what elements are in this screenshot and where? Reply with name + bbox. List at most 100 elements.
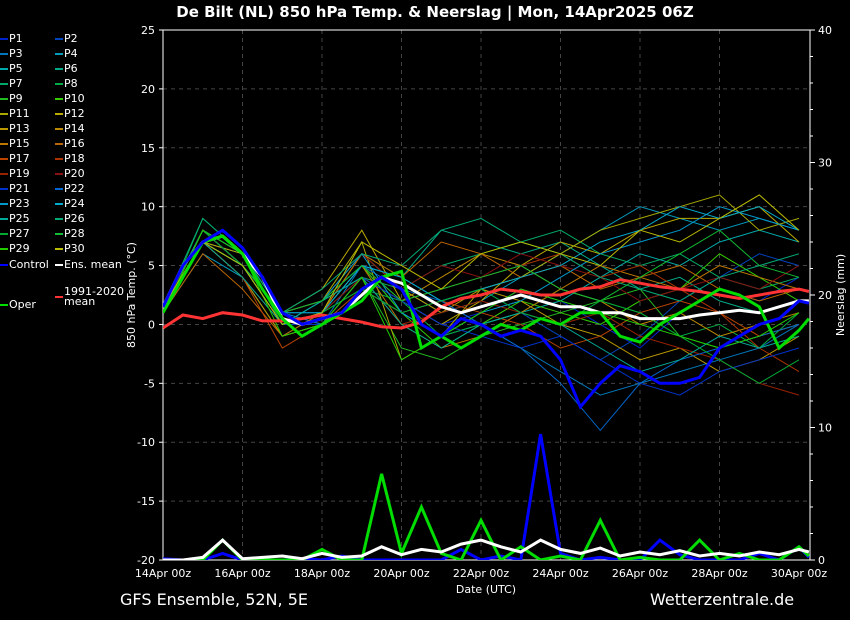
legend-item-p20: P20 <box>55 167 85 180</box>
legend-item-ens-mean: Ens. mean <box>55 258 122 271</box>
legend-label: P14 <box>64 122 85 135</box>
legend-item-p5: P5 <box>0 62 23 75</box>
legend-label: P25 <box>9 212 30 225</box>
legend-label: P2 <box>64 32 78 45</box>
footer-model: GFS Ensemble, 52N, 5E <box>120 590 308 609</box>
legend-label: 1991-2020 mean <box>64 285 124 308</box>
y2-tick-label: 30 <box>818 157 832 170</box>
legend-label: P13 <box>9 122 30 135</box>
legend-label: P12 <box>64 107 85 120</box>
legend-label: P8 <box>64 77 78 90</box>
legend-label: P29 <box>9 242 30 255</box>
legend-item-p16: P16 <box>55 137 85 150</box>
y-tick-label: 25 <box>141 24 155 37</box>
legend-swatch <box>55 157 63 160</box>
y2-tick-label: 10 <box>818 422 832 435</box>
legend-item-p21: P21 <box>0 182 30 195</box>
legend-swatch <box>0 202 8 205</box>
legend-label: P24 <box>64 197 85 210</box>
legend-item-p6: P6 <box>55 62 78 75</box>
legend-swatch <box>55 142 63 145</box>
legend-swatch <box>55 82 63 85</box>
legend-item-p19: P19 <box>0 167 30 180</box>
legend-item-p12: P12 <box>55 107 85 120</box>
legend-item-p24: P24 <box>55 197 85 210</box>
y-tick-label: 15 <box>141 142 155 155</box>
legend-item-p15: P15 <box>0 137 30 150</box>
x-tick-label: 26Apr 00z <box>612 567 669 580</box>
legend-item-p17: P17 <box>0 152 30 165</box>
legend-swatch <box>0 97 8 100</box>
plot-area: 25 20 15 10 5 0 -5 -10 -15 -20 40 30 20 10 0 14Apr 00z 1… <box>125 24 847 596</box>
legend-swatch <box>0 303 8 306</box>
legend-item-p10: P10 <box>55 92 85 105</box>
x-tick-label: 30Apr 00z <box>771 567 828 580</box>
y-tick-label: -15 <box>137 495 155 508</box>
legend-label: P27 <box>9 227 30 240</box>
legend-item-p29: P29 <box>0 242 30 255</box>
legend-swatch <box>0 172 8 175</box>
legend-swatch <box>0 157 8 160</box>
legend-item-p30: P30 <box>55 242 85 255</box>
footer-source: Wetterzentrale.de <box>650 590 795 609</box>
legend-item-p22: P22 <box>55 182 85 195</box>
legend-item-p26: P26 <box>55 212 85 225</box>
legend-swatch <box>0 112 8 115</box>
legend-swatch <box>55 232 63 235</box>
legend-label: P3 <box>9 47 23 60</box>
legend-item-p14: P14 <box>55 122 85 135</box>
series-group <box>163 194 810 560</box>
legend-swatch <box>55 263 63 266</box>
legend-label: Oper <box>9 298 36 311</box>
legend-swatch <box>55 67 63 70</box>
legend-item-oper: Oper <box>0 298 36 311</box>
legend-swatch <box>0 232 8 235</box>
legend-label: P5 <box>9 62 23 75</box>
legend-item-p4: P4 <box>55 47 78 60</box>
y-tick-label: 20 <box>141 83 155 96</box>
legend-swatch <box>0 263 8 266</box>
legend-swatch <box>55 187 63 190</box>
legend-label: P22 <box>64 182 85 195</box>
y-tick-label: 0 <box>148 318 155 331</box>
legend-swatch <box>55 247 63 250</box>
legend-label: P21 <box>9 182 30 195</box>
legend-label: P19 <box>9 167 30 180</box>
precip-line-ens-mean <box>163 538 810 560</box>
legend-swatch <box>55 202 63 205</box>
x-tick-label: 20Apr 00z <box>373 567 430 580</box>
legend-item-p23: P23 <box>0 197 30 210</box>
legend-swatch <box>0 127 8 130</box>
legend-label: P16 <box>64 137 85 150</box>
y-tick-label: 10 <box>141 201 155 214</box>
y-tick-label: -20 <box>137 554 155 567</box>
y2-tick-label: 0 <box>818 554 825 567</box>
x-tick-label: 14Apr 00z <box>135 567 192 580</box>
legend-item-p9: P9 <box>0 92 23 105</box>
legend-swatch <box>0 37 8 40</box>
y-tick-label: -10 <box>137 436 155 449</box>
legend-label: P4 <box>64 47 78 60</box>
legend-swatch <box>55 52 63 55</box>
legend-label: P1 <box>9 32 23 45</box>
y2-tick-label: 20 <box>818 289 832 302</box>
y-tick-label: 5 <box>148 260 155 273</box>
x-tick-label: 28Apr 00z <box>691 567 748 580</box>
legend-label: P7 <box>9 77 23 90</box>
legend-label: P26 <box>64 212 85 225</box>
y-tick-label: -5 <box>144 377 155 390</box>
legend-swatch <box>55 172 63 175</box>
legend-swatch <box>55 97 63 100</box>
legend-swatch <box>55 112 63 115</box>
legend-swatch <box>55 127 63 130</box>
chart-root: De Bilt (NL) 850 hPa Temp. & Neerslag | … <box>0 0 850 620</box>
legend-item-p18: P18 <box>55 152 85 165</box>
legend-swatch <box>0 217 8 220</box>
legend-item-p25: P25 <box>0 212 30 225</box>
legend-item-climate-mean: 1991-2020 mean <box>55 285 126 308</box>
y-axis-label: 850 hPa Temp. (°C) <box>125 242 138 348</box>
legend-item-p2: P2 <box>55 32 78 45</box>
x-tick-label: 16Apr 00z <box>214 567 271 580</box>
legend-label: Control <box>9 258 49 271</box>
legend-item-p3: P3 <box>0 47 23 60</box>
